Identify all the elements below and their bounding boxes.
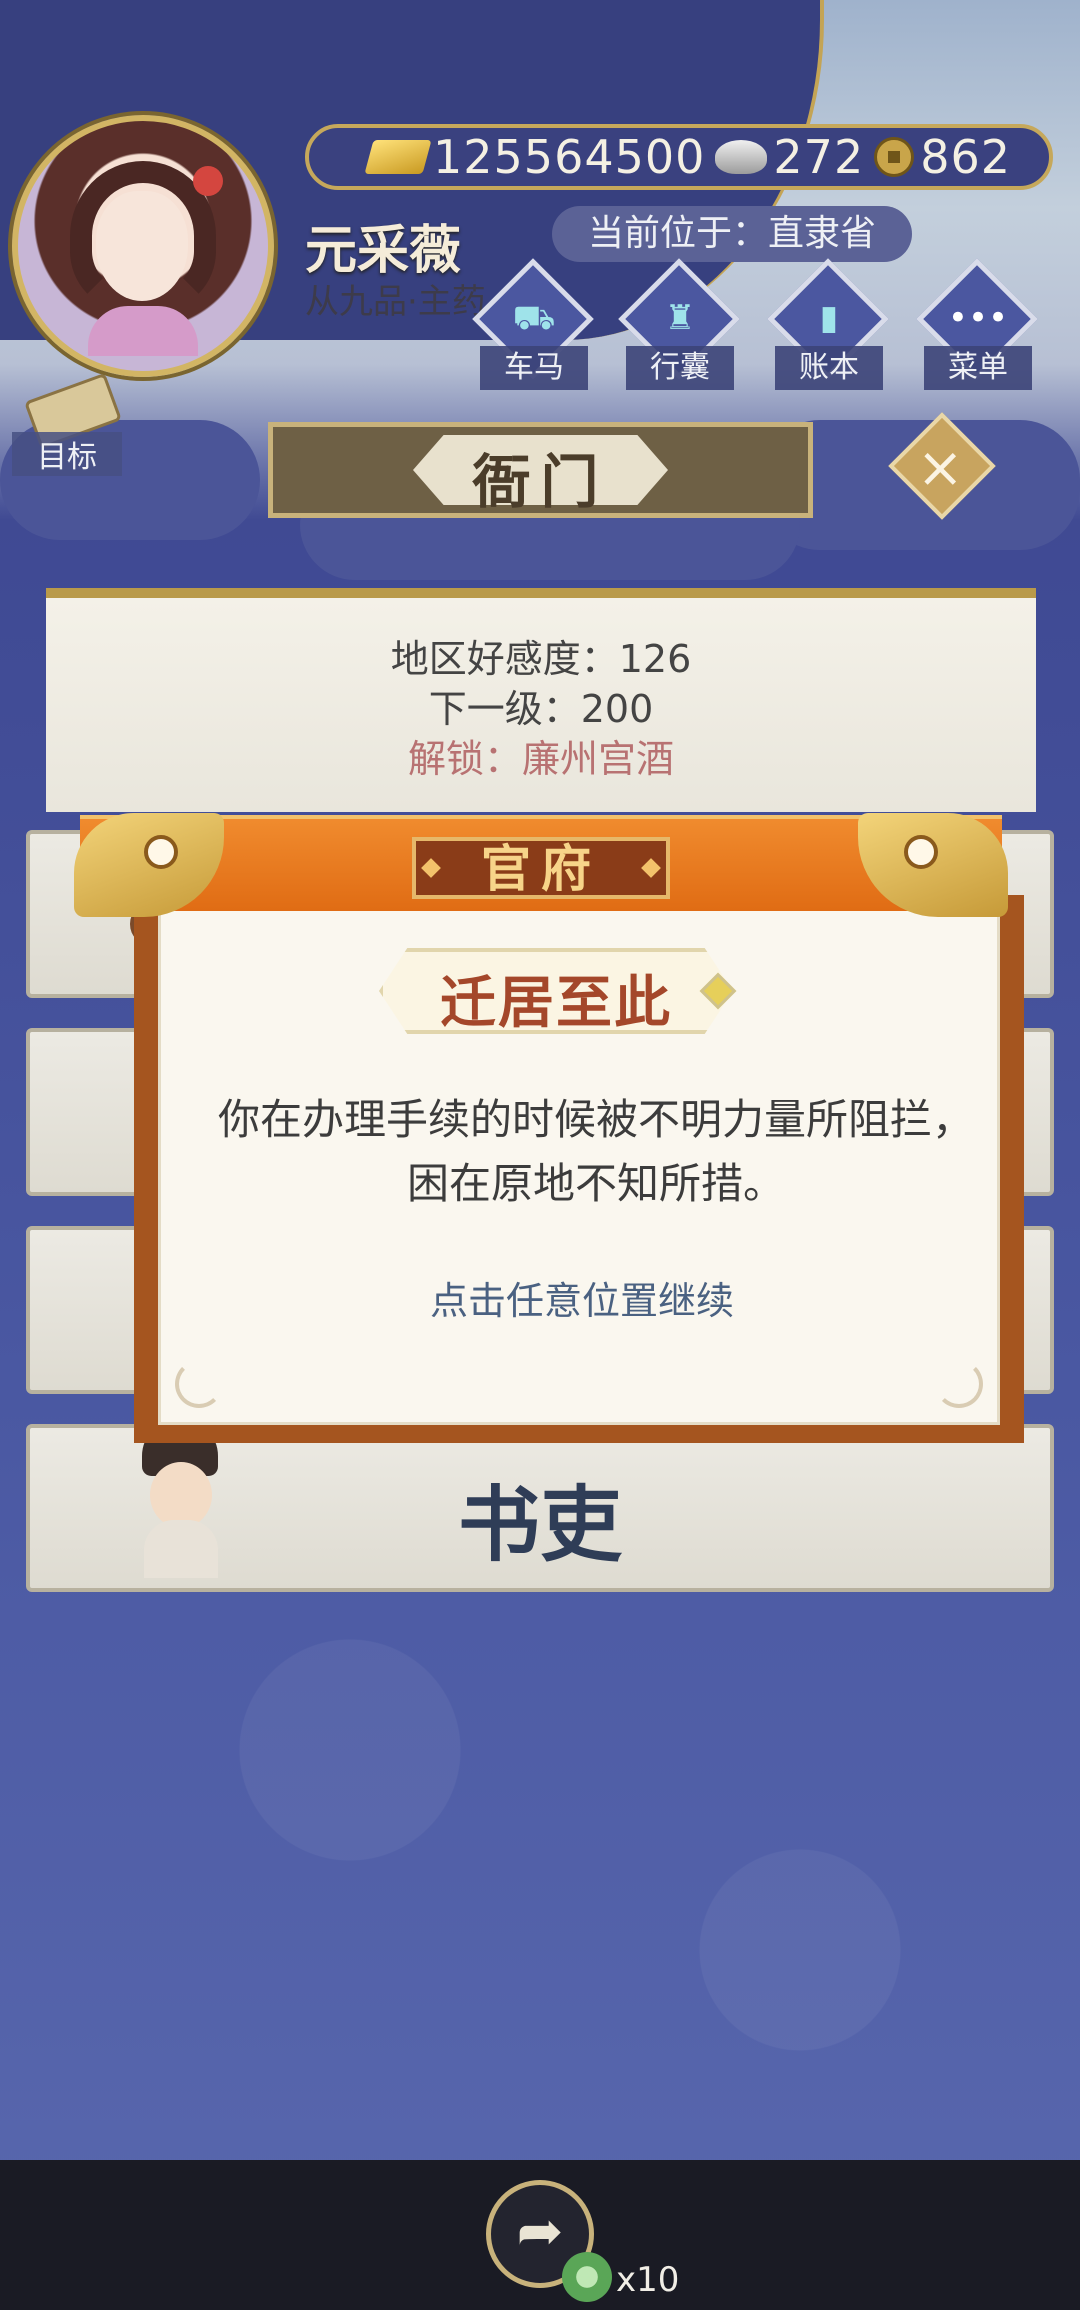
modal-paper: 迁居至此 你在办理手续的时候被不明力量所阻拦，困在原地不知所措。 点击任意位置继… [158, 905, 1000, 1425]
gold-ingot-icon [364, 140, 432, 174]
ledger-button[interactable]: ▮ 账本 [767, 258, 891, 392]
player-rank: 从九品·主药 [305, 282, 486, 322]
modal-subtitle-plate: 迁居至此 [379, 948, 733, 1034]
more-icon: ••• [947, 298, 1009, 338]
favor-text: 地区好感度：126 [390, 637, 692, 681]
ring-icon [144, 835, 178, 869]
modal-frame: 迁居至此 你在办理手续的时候被不明力量所阻拦，困在原地不知所措。 点击任意位置继… [134, 895, 1024, 1443]
continue-hint[interactable]: 点击任意位置继续 [161, 1270, 1003, 1325]
token-count: x10 [616, 2260, 680, 2300]
gold-currency: 125564500 [364, 130, 706, 184]
goal-label: 目标 [12, 432, 122, 476]
header-wing-left [74, 813, 224, 917]
unlock-text: 解锁：廉州宫酒 [407, 737, 674, 781]
region-info-panel: 地区好感度：126 下一级：200 解锁：廉州宫酒 [46, 588, 1036, 812]
ledger-icon: ▮ [819, 298, 839, 338]
jade-token-icon [562, 2252, 612, 2302]
silver-currency: 272 [715, 130, 864, 184]
modal-title: 官府 [481, 840, 601, 898]
carriage-button[interactable]: ⛟ 车马 [472, 258, 596, 392]
next-level-text: 下一级：200 [428, 687, 654, 731]
modal-subtitle: 迁居至此 [440, 971, 672, 1036]
player-name: 元采薇 [305, 221, 462, 281]
more-menu-label: 菜单 [924, 346, 1032, 390]
gold-amount: 125564500 [433, 130, 706, 184]
bottom-bar: ➦ x10 [0, 2160, 1080, 2310]
copper-amount: 862 [920, 130, 1012, 184]
more-menu-button[interactable]: ••• 菜单 [916, 258, 1040, 392]
corner-ornament [175, 1360, 223, 1408]
modal-message: 你在办理手续的时候被不明力量所阻拦，困在原地不知所措。 [217, 1095, 974, 1208]
currency-bar: 125564500 272 862 [305, 124, 1053, 190]
ring-icon [904, 835, 938, 869]
header-wing-right [858, 813, 1008, 917]
bag-button[interactable]: ♜ 行囊 [618, 258, 742, 392]
hair-flower-icon [193, 166, 223, 196]
copper-currency: 862 [874, 130, 1011, 184]
carriage-icon: ⛟ [512, 298, 556, 338]
screen-title: 衙门 [472, 448, 609, 516]
modal-header: 官府 [74, 813, 1008, 917]
location-label: 当前位于：直隶省 [552, 206, 913, 262]
avatar-face [96, 191, 188, 301]
corner-ornament [935, 1360, 983, 1408]
silver-ingot-icon [715, 140, 768, 174]
silver-amount: 272 [773, 130, 865, 184]
copper-coin-icon [874, 137, 915, 177]
carriage-label: 车马 [480, 346, 588, 390]
event-modal[interactable]: 迁居至此 你在办理手续的时候被不明力量所阻拦，困在原地不知所措。 点击任意位置继… [74, 813, 1024, 1455]
screen-title-banner: 衙门 [268, 422, 813, 518]
bag-label: 行囊 [626, 346, 734, 390]
avatar-robe [88, 306, 198, 356]
modal-title-plate: 官府 [412, 837, 670, 899]
ledger-label: 账本 [775, 346, 883, 390]
goal-button[interactable]: 目标 [12, 372, 122, 476]
close-icon: × [916, 435, 964, 501]
player-avatar[interactable] [12, 115, 274, 377]
bag-icon: ♜ [664, 298, 696, 338]
clerk-label: 书吏 [457, 1478, 622, 1573]
